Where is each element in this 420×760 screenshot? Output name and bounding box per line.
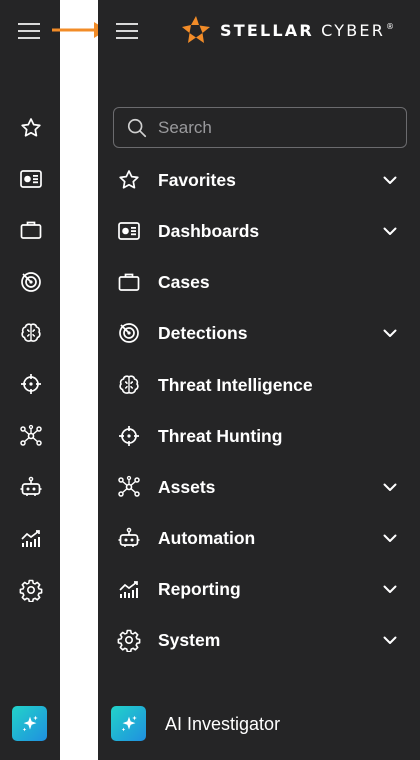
nav-item-label: Assets bbox=[158, 476, 216, 497]
nav-item-cases[interactable]: Cases bbox=[98, 260, 420, 304]
nav-item-threat-hunting[interactable]: Threat Hunting bbox=[98, 414, 420, 458]
gear-icon bbox=[115, 626, 143, 654]
hamburger-menu-icon[interactable] bbox=[16, 18, 42, 44]
sparkle-icon bbox=[121, 715, 137, 731]
brain-icon bbox=[115, 371, 143, 399]
radar-icon bbox=[115, 319, 143, 347]
star-icon bbox=[21, 118, 41, 137]
chevron-down-icon[interactable] bbox=[381, 529, 399, 547]
brand-name: STELLAR CYBER® bbox=[220, 20, 395, 40]
nav-item-label: System bbox=[158, 629, 221, 650]
stellar-cyber-logo-icon bbox=[182, 16, 210, 43]
briefcase-icon bbox=[115, 268, 143, 296]
network-icon bbox=[115, 473, 143, 501]
nav-item-label: Detections bbox=[158, 322, 248, 343]
rail-system-button[interactable] bbox=[17, 576, 45, 604]
radar-icon bbox=[21, 272, 41, 292]
chevron-down-icon[interactable] bbox=[381, 171, 399, 189]
robot-icon bbox=[115, 524, 143, 552]
nav-item-label: Reporting bbox=[158, 578, 241, 599]
hamburger-menu-icon[interactable] bbox=[114, 18, 140, 44]
brain-icon bbox=[21, 323, 41, 342]
rail-assets-button[interactable] bbox=[17, 422, 45, 450]
chart-icon bbox=[21, 530, 40, 547]
network-icon bbox=[20, 424, 42, 446]
ai-investigator-button[interactable] bbox=[111, 706, 146, 741]
chevron-down-icon[interactable] bbox=[381, 222, 399, 240]
rail-detections-button[interactable] bbox=[17, 268, 45, 296]
rail-automation-button[interactable] bbox=[17, 473, 45, 501]
nav-item-detections[interactable]: Detections bbox=[98, 311, 420, 355]
search-icon bbox=[127, 118, 147, 137]
rail-threat-intelligence-button[interactable] bbox=[17, 319, 45, 347]
robot-icon bbox=[20, 476, 42, 496]
nav-item-label: Favorites bbox=[158, 169, 236, 190]
search-input[interactable] bbox=[158, 117, 378, 138]
rail-threat-hunting-button[interactable] bbox=[17, 370, 45, 398]
nav-item-dashboards[interactable]: Dashboards bbox=[98, 209, 420, 253]
rail-cases-button[interactable] bbox=[17, 216, 45, 244]
search-box[interactable] bbox=[113, 107, 407, 148]
nav-item-system[interactable]: System bbox=[98, 618, 420, 662]
rail-ai-investigator-button[interactable] bbox=[12, 706, 47, 741]
brand-logo[interactable]: STELLAR CYBER® bbox=[180, 14, 394, 46]
divider-gap bbox=[60, 0, 98, 760]
crosshair-icon bbox=[21, 374, 41, 394]
nav-item-label: Cases bbox=[158, 271, 210, 292]
nav-item-assets[interactable]: Assets bbox=[98, 465, 420, 509]
rail-reporting-button[interactable] bbox=[17, 524, 45, 552]
nav-item-reporting[interactable]: Reporting bbox=[98, 567, 420, 611]
chevron-down-icon[interactable] bbox=[381, 324, 399, 342]
nav-item-label: Dashboards bbox=[158, 220, 260, 241]
dashboard-icon bbox=[20, 170, 42, 188]
nav-item-threat-intelligence[interactable]: Threat Intelligence bbox=[98, 363, 420, 407]
collapsed-sidebar bbox=[0, 0, 60, 760]
star-icon bbox=[115, 166, 143, 194]
nav-item-label: Threat Intelligence bbox=[158, 374, 313, 395]
nav-item-automation[interactable]: Automation bbox=[98, 516, 420, 560]
ai-investigator-label[interactable]: AI Investigator bbox=[165, 714, 280, 735]
sparkle-icon bbox=[22, 715, 38, 731]
nav-item-favorites[interactable]: Favorites bbox=[98, 158, 420, 202]
nav-item-label: Threat Hunting bbox=[158, 425, 283, 446]
gear-icon bbox=[19, 579, 43, 602]
chevron-down-icon[interactable] bbox=[381, 631, 399, 649]
crosshair-icon bbox=[115, 422, 143, 450]
chart-icon bbox=[115, 575, 143, 603]
rail-dashboards-button[interactable] bbox=[17, 165, 45, 193]
dashboard-icon bbox=[115, 217, 143, 245]
chevron-down-icon[interactable] bbox=[381, 580, 399, 598]
chevron-down-icon[interactable] bbox=[381, 478, 399, 496]
rail-favorites-button[interactable] bbox=[17, 114, 45, 142]
briefcase-icon bbox=[20, 221, 42, 239]
expanded-sidebar: STELLAR CYBER® Favorites Dashboards Case… bbox=[98, 0, 420, 760]
nav-item-label: Automation bbox=[158, 527, 256, 548]
